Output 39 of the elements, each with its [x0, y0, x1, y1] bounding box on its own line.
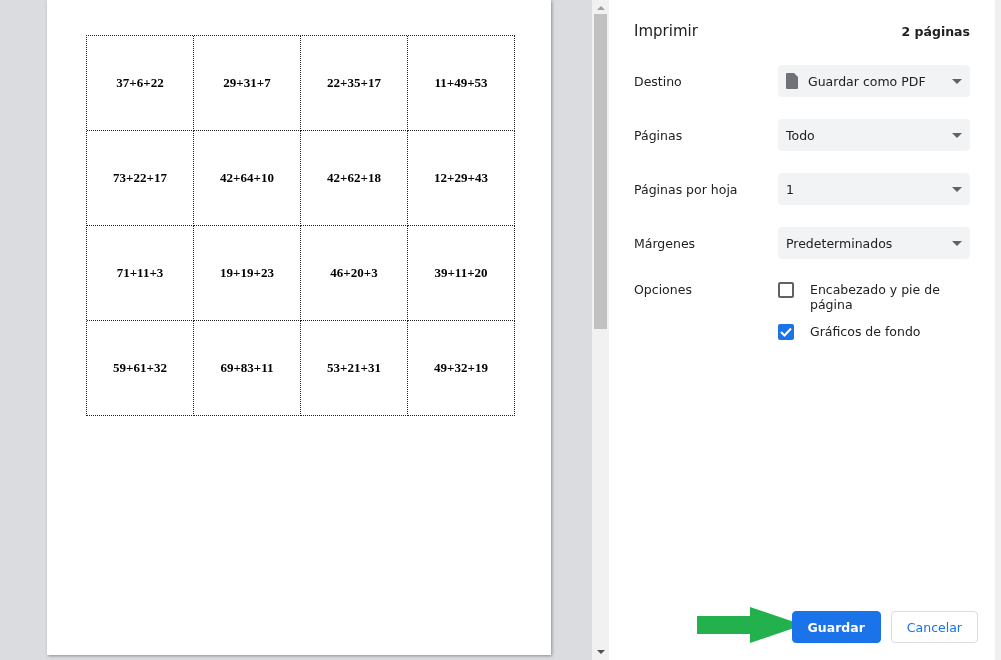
- scrollbar[interactable]: [592, 0, 609, 660]
- grid-cell: 11+49+53: [408, 36, 515, 131]
- grid-cell: 37+6+22: [87, 36, 194, 131]
- grid-cell: 73+22+17: [87, 131, 194, 226]
- setting-label: Opciones: [634, 282, 693, 297]
- save-button[interactable]: Guardar: [791, 611, 881, 643]
- dropdown-caret-icon: [952, 78, 962, 84]
- grid-cell: 53+21+31: [301, 321, 408, 416]
- setting-label: Páginas: [634, 127, 684, 143]
- setting-dropdown[interactable]: 1: [778, 173, 970, 205]
- grid-cell: 42+64+10: [194, 131, 301, 226]
- grid-cell: 46+20+3: [301, 226, 408, 321]
- grid-cell: 59+61+32: [87, 321, 194, 416]
- checkbox[interactable]: [778, 324, 794, 340]
- setting-label: Márgenes: [634, 235, 697, 251]
- dropdown-caret-icon: [952, 132, 962, 138]
- option-label: Encabezado y pie de página: [810, 282, 941, 312]
- option-label: Gráficos de fondo: [810, 324, 921, 339]
- cancel-button[interactable]: Cancelar: [890, 611, 978, 643]
- setting-label: Páginas por hoja: [634, 181, 739, 197]
- setting-dropdown[interactable]: Predeterminados: [778, 227, 970, 259]
- setting-label: Destino: [634, 73, 683, 89]
- grid-cell: 39+11+20: [408, 226, 515, 321]
- checkbox[interactable]: [778, 282, 794, 298]
- page-count: 2 páginas: [901, 23, 970, 39]
- grid-cell: 69+83+11: [194, 321, 301, 416]
- grid-cell: 42+62+18: [301, 131, 408, 226]
- setting-dropdown[interactable]: Todo: [778, 119, 970, 151]
- dropdown-caret-icon: [952, 186, 962, 192]
- grid-cell: 29+31+7: [194, 36, 301, 131]
- panel-title: Imprimir: [634, 22, 698, 40]
- file-icon: [786, 73, 798, 89]
- grid-cell: 49+32+19: [408, 321, 515, 416]
- grid-cell: 71+11+3: [87, 226, 194, 321]
- grid-cell: 19+19+23: [194, 226, 301, 321]
- setting-dropdown[interactable]: Guardar como PDF: [778, 65, 970, 97]
- grid-cell: 22+35+17: [301, 36, 408, 131]
- dropdown-caret-icon: [952, 240, 962, 246]
- grid-cell: 12+29+43: [408, 131, 515, 226]
